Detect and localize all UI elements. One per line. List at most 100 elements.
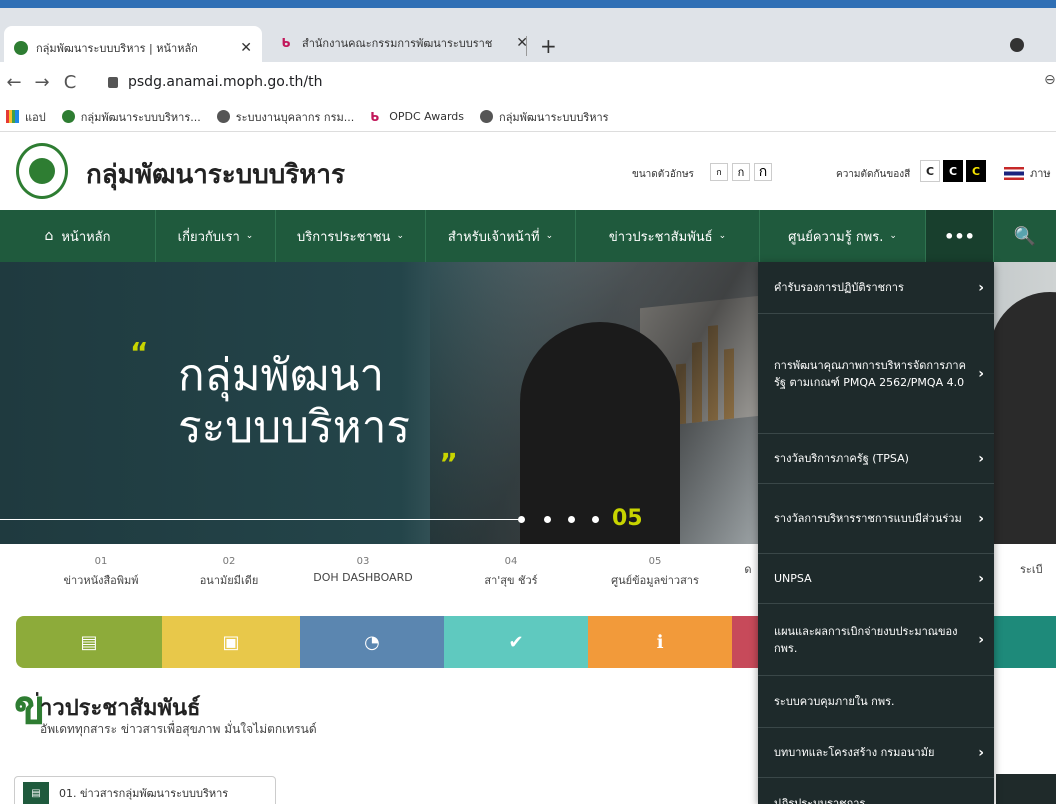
nav-news[interactable]: ข่าวประชาสัมพันธ์ ⌄ [576, 210, 760, 262]
main-navigation: ⌂ หน้าหลัก เกี่ยวกับเรา ⌄ บริการประชาชน ⌄ … [0, 210, 1056, 262]
quicklink-dashboard[interactable]: 03 DOH DASHBOARD [298, 556, 428, 584]
slider-dot[interactable] [544, 516, 551, 523]
dropdown-item-budget-plan[interactable]: แผนและผลการเบิกจ่ายงบประมาณของ กพร. › [758, 604, 994, 676]
globe-icon [216, 110, 230, 123]
font-size-small-button[interactable]: ก [710, 163, 728, 181]
nav-home[interactable]: ⌂ หน้าหลัก [0, 210, 156, 262]
hero-title: กลุ่มพัฒนา ระบบบริหาร [178, 350, 411, 453]
browser-tab-opdc[interactable]: ᑲ สำนักงานคณะกรรมการพัฒนาระบบราช ✕ [268, 24, 538, 62]
check-icon[interactable]: ✔ [444, 616, 588, 668]
site-favicon-icon [14, 41, 28, 55]
quicklink-health-sure[interactable]: 04 สา'สุข ชัวร์ [446, 556, 576, 589]
tab-separator [526, 36, 527, 56]
chevron-right-icon: › [978, 365, 984, 382]
zoom-icon[interactable]: ⊖ [1044, 72, 1056, 88]
contrast-yellow-button[interactable]: C [966, 160, 986, 182]
opdc-favicon-icon: ᑲ [281, 36, 291, 50]
chevron-down-icon: ⌄ [889, 231, 897, 241]
bookmark-opdc[interactable]: ᑲ OPDC Awards [370, 110, 464, 124]
info-icon[interactable]: ℹ [588, 616, 732, 668]
chevron-down-icon: ⌄ [245, 231, 254, 241]
quicklink-newspaper[interactable]: 01 ข่าวหนังสือพิมพ์ [36, 556, 166, 589]
site-favicon-icon [61, 110, 75, 123]
font-size-large-button[interactable]: ก [754, 163, 772, 181]
slider-progress-line [0, 519, 520, 520]
quote-close-icon: „ [440, 432, 459, 465]
dropdown-item-pmqa[interactable]: การพัฒนาคุณภาพการบริหารจัดการภาครัฐ ตามเ… [758, 314, 994, 434]
forward-icon[interactable]: → [28, 72, 56, 93]
tab-label: สำนักงานคณะกรรมการพัฒนาระบบราช [302, 37, 493, 50]
logo-emblem-icon [29, 158, 55, 184]
slider-dot[interactable] [568, 516, 575, 523]
nav-more-button[interactable]: ••• [926, 210, 994, 262]
address-bar: ← → C psdg.anamai.moph.go.th/th ⊖ [0, 62, 1056, 102]
contrast-normal-button[interactable]: C [920, 160, 940, 182]
dashboard-gauge-icon[interactable]: ◔ [300, 616, 444, 668]
news-category-icon: ▤ [23, 782, 49, 804]
nav-about[interactable]: เกี่ยวกับเรา ⌄ [156, 210, 276, 262]
dropdown-item-reform[interactable]: ปฏิรูประบบราชการ [758, 778, 994, 804]
tab-label: กลุ่มพัฒนาระบบบริหาร | หน้าหลัก [36, 42, 198, 55]
back-icon[interactable]: ← [0, 72, 28, 93]
bookmarks-bar: แอป กลุ่มพัฒนาระบบบริหาร... ระบบงานบุคลา… [0, 102, 1056, 132]
chevron-right-icon: › [978, 279, 984, 296]
tab-close-icon[interactable]: ✕ [240, 40, 252, 56]
globe-icon [480, 110, 494, 123]
nav-staff[interactable]: สำหรับเจ้าหน้าที่ ⌄ [426, 210, 576, 262]
chevron-down-icon: ⌄ [545, 231, 554, 241]
department-logo[interactable] [16, 143, 68, 199]
chevron-down-icon: ⌄ [718, 231, 727, 241]
background-panel [996, 774, 1056, 804]
quicklink-info-center[interactable]: 05 ศูนย์ข้อมูลข่าวสาร [590, 556, 720, 589]
chevron-right-icon: › [978, 450, 984, 467]
newspaper-icon[interactable]: ▤ [16, 616, 162, 668]
reload-icon[interactable]: C [56, 72, 84, 93]
bookmark-psdg[interactable]: กลุ่มพัฒนาระบบบริหาร... [61, 108, 201, 126]
profile-icon[interactable] [1010, 38, 1024, 52]
dropdown-item-unpsa[interactable]: UNPSA › [758, 554, 994, 604]
media-file-icon[interactable]: ▣ [162, 616, 300, 668]
nav-knowledge-center[interactable]: ศูนย์ความรู้ กพร. ⌄ [760, 210, 926, 262]
font-size-medium-button[interactable]: ก [732, 163, 750, 181]
tile-7[interactable] [994, 616, 1056, 668]
new-tab-button[interactable]: + [540, 34, 557, 58]
hero-person-image [990, 292, 1056, 544]
contrast-dark-button[interactable]: C [943, 160, 963, 182]
contrast-label: ความตัดกันของสี [836, 169, 911, 180]
chevron-down-icon: ⌄ [396, 231, 404, 241]
opdc-favicon-icon: ᑲ [370, 110, 380, 124]
language-selector[interactable]: ภาษ [1004, 164, 1051, 182]
news-category-tab[interactable]: ▤ 01. ข่าวสารกลุ่มพัฒนาระบบบริหาร [14, 776, 276, 804]
site-header: กลุ่มพัฒนาระบบบริหาร ขนาดตัวอักษร ก ก ก … [0, 132, 1056, 210]
chevron-right-icon: › [978, 570, 984, 587]
quicklink-media[interactable]: 02 อนามัยมีเดีย [164, 556, 294, 589]
quicklink-6[interactable]: ด [738, 556, 758, 578]
bookmark-personnel[interactable]: ระบบงานบุคลากร กรม... [216, 108, 354, 126]
slider-dot[interactable] [592, 516, 599, 523]
dropdown-item-participatory-award[interactable]: รางวัลการบริหารราชการแบบมีส่วนร่วม › [758, 484, 994, 554]
dropdown-item-tpsa[interactable]: รางวัลบริการภาครัฐ (TPSA) › [758, 434, 994, 484]
url-field[interactable]: psdg.anamai.moph.go.th/th [108, 68, 1056, 96]
site-title[interactable]: กลุ่มพัฒนาระบบบริหาร [86, 154, 345, 195]
nav-public-services[interactable]: บริการประชาชน ⌄ [276, 210, 426, 262]
bookmark-apps[interactable]: แอป [6, 108, 46, 126]
quote-open-icon: “ [130, 336, 149, 369]
quicklink-7[interactable]: ระเบี [1020, 556, 1056, 578]
slider-dot[interactable] [518, 516, 525, 523]
chevron-right-icon: › [978, 510, 984, 527]
more-dropdown-menu: คำรับรองการปฏิบัติราชการ › การพัฒนาคุณภาพ… [758, 262, 994, 804]
hero-person-image [520, 322, 680, 544]
dropdown-item-roles-structure[interactable]: บทบาทและโครงสร้าง กรมอนามัย › [758, 728, 994, 778]
lock-icon [108, 76, 118, 88]
url-text: psdg.anamai.moph.go.th/th [128, 74, 323, 90]
bookmark-psdg-2[interactable]: กลุ่มพัฒนาระบบบริหาร [480, 108, 609, 126]
chevron-right-icon: › [978, 744, 984, 761]
browser-tabbar: กลุ่มพัฒนาระบบบริหาร | หน้าหลัก ✕ ᑲ สำนั… [0, 8, 1056, 70]
dropdown-item-performance-agreement[interactable]: คำรับรองการปฏิบัติราชการ › [758, 262, 994, 314]
search-icon[interactable]: 🔍 [994, 210, 1056, 262]
thai-flag-icon [1004, 166, 1024, 180]
slide-number: 05 [612, 506, 643, 531]
dropdown-item-internal-control[interactable]: ระบบควบคุมภายใน กพร. [758, 676, 994, 728]
news-subheading: อัพเดททุกสาระ ข่าวสารเพื่อสุขภาพ มั่นใจไ… [40, 722, 317, 736]
browser-accent-bar [0, 0, 1056, 8]
